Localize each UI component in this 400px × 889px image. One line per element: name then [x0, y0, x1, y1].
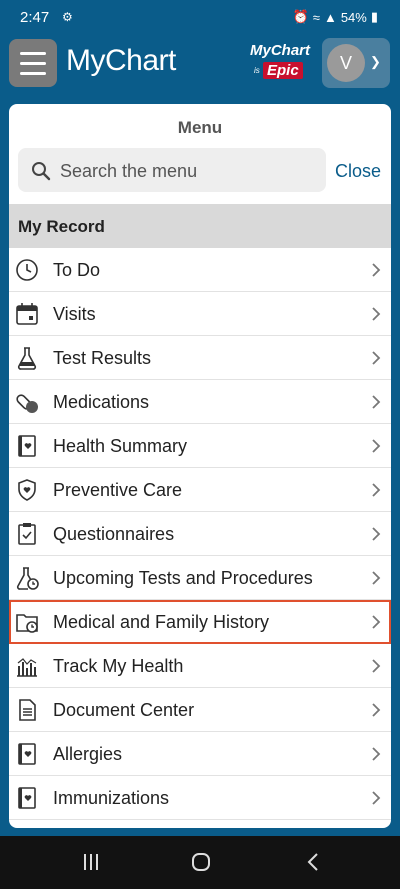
hamburger-icon-line: [20, 62, 46, 65]
hamburger-menu-button[interactable]: [9, 39, 57, 87]
hamburger-icon-line: [20, 52, 46, 55]
calendar-icon: [16, 303, 38, 325]
menu-item-label: Questionnaires: [53, 524, 175, 544]
battery-percent: 54%: [340, 9, 367, 25]
menu-item-label: To Do: [53, 260, 101, 280]
badge-is-text: is: [254, 66, 260, 75]
menu-item-label: Test Results: [53, 348, 152, 368]
flask-clock-icon: [16, 567, 39, 590]
menu-item-health-summary[interactable]: Health Summary: [9, 424, 391, 468]
menu-title: Menu: [177, 118, 223, 137]
chevron-right-icon: [372, 791, 381, 805]
menu-list: To Do Visits Test Results Medications He…: [9, 248, 391, 820]
badge-mychart-text: MyChart: [250, 42, 311, 59]
alarm-icon: ⏰: [292, 9, 309, 24]
chevron-right-icon: [372, 263, 381, 277]
close-button[interactable]: Close: [335, 161, 381, 182]
menu-item-allergies[interactable]: Allergies: [9, 732, 391, 776]
section-header-my-record: My Record: [9, 204, 391, 248]
chevron-right-icon: [372, 615, 381, 629]
menu-item-label: Health Summary: [53, 436, 188, 456]
chevron-right-icon: [372, 747, 381, 761]
menu-item-label: Allergies: [53, 744, 123, 764]
menu-item-upcoming-tests[interactable]: Upcoming Tests and Procedures: [9, 556, 391, 600]
battery-icon: ▮: [370, 9, 378, 24]
chevron-right-icon: [372, 307, 381, 321]
chevron-right-icon: [372, 703, 381, 717]
menu-item-track-my-health[interactable]: Track My Health: [9, 644, 391, 688]
heart-document-icon: [18, 787, 36, 809]
chevron-right-icon: [372, 527, 381, 541]
menu-panel: Menu Close My Record To Do: [9, 104, 391, 828]
chevron-down-icon: ❯: [370, 54, 381, 69]
search-input[interactable]: [58, 156, 322, 186]
shield-heart-icon: [18, 479, 36, 501]
chevron-right-icon: [372, 483, 381, 497]
status-icons: ⏰ ≈ ▲ 54% ▮: [293, 9, 378, 25]
back-icon[interactable]: [306, 852, 320, 872]
menu-item-label: Track My Health: [53, 656, 184, 676]
wifi-icon: ≈: [312, 9, 320, 25]
menu-item-medical-family-history[interactable]: Medical and Family History: [9, 600, 391, 644]
menu-item-immunizations[interactable]: Immunizations: [9, 776, 391, 820]
menu-item-medications[interactable]: Medications: [9, 380, 391, 424]
avatar: V: [327, 44, 365, 82]
heart-document-icon: [18, 743, 36, 765]
menu-item-questionnaires[interactable]: Questionnaires: [9, 512, 391, 556]
menu-item-label: Visits: [53, 304, 96, 324]
heart-document-icon: [18, 435, 36, 457]
menu-item-test-results[interactable]: Test Results: [9, 336, 391, 380]
hamburger-icon-line: [20, 72, 46, 75]
notification-icon: ⚙: [62, 10, 73, 24]
badge-epic-text: Epic: [263, 62, 303, 79]
chevron-right-icon: [372, 659, 381, 673]
mychart-logo: MyChart: [66, 44, 176, 77]
status-time: 2:47: [20, 9, 50, 26]
chevron-right-icon: [372, 571, 381, 585]
search-icon: [32, 162, 51, 181]
menu-item-visits[interactable]: Visits: [9, 292, 391, 336]
menu-item-label: Document Center: [53, 700, 195, 720]
pill-icon: [16, 394, 38, 413]
mychart-is-epic-logo: MyChart is Epic: [250, 42, 314, 86]
menu-item-label: Preventive Care: [53, 480, 183, 500]
signal-icon: ▲: [323, 9, 337, 25]
menu-item-label: Medications: [53, 392, 150, 412]
system-nav-bar: [0, 836, 400, 889]
chevron-right-icon: [372, 395, 381, 409]
menu-item-to-do[interactable]: To Do: [9, 248, 391, 292]
recent-apps-icon[interactable]: [82, 852, 100, 872]
menu-item-preventive-care[interactable]: Preventive Care: [9, 468, 391, 512]
section-title: My Record: [18, 217, 105, 236]
document-icon: [19, 699, 36, 721]
bar-chart-icon: [17, 658, 37, 677]
search-box[interactable]: [18, 148, 326, 192]
home-icon[interactable]: [191, 852, 211, 872]
folder-clock-icon: [16, 614, 38, 633]
flask-icon: [17, 347, 37, 370]
chevron-right-icon: [372, 351, 381, 365]
account-menu-button[interactable]: V ❯: [322, 38, 390, 88]
menu-item-document-center[interactable]: Document Center: [9, 688, 391, 732]
menu-item-label: Upcoming Tests and Procedures: [53, 568, 313, 588]
clipboard-check-icon: [18, 523, 36, 545]
app-header: MyChart MyChart is Epic V ❯: [0, 34, 400, 94]
chevron-right-icon: [372, 439, 381, 453]
status-bar: 2:47 ⚙ ⏰ ≈ ▲ 54% ▮: [0, 0, 400, 34]
menu-item-label: Medical and Family History: [53, 612, 270, 632]
menu-item-label: Immunizations: [53, 788, 170, 808]
clock-icon: [16, 259, 38, 281]
